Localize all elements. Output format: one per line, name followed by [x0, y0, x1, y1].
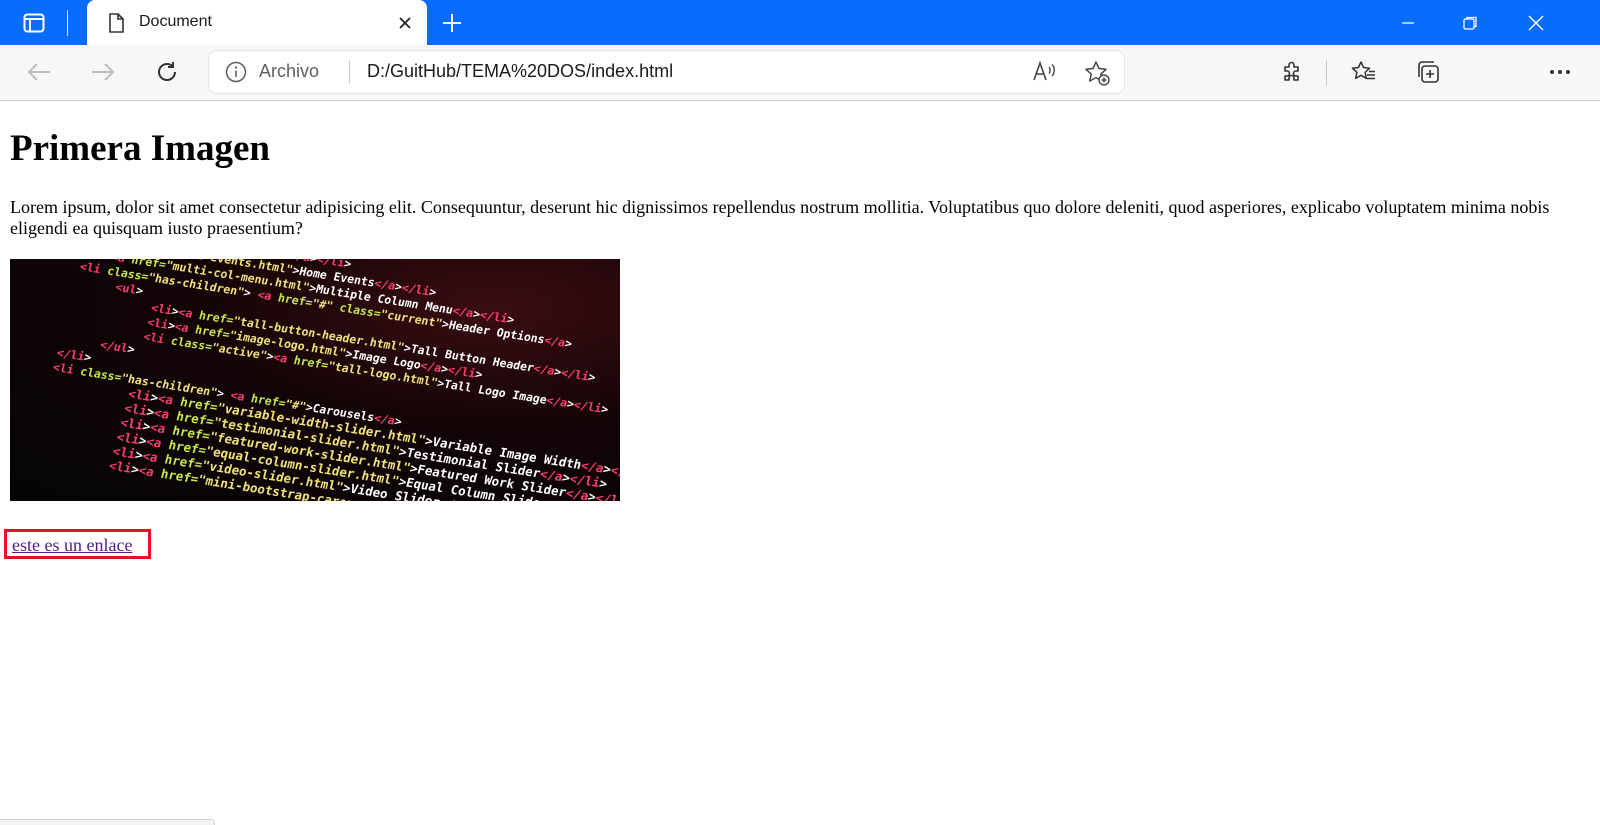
more-icon[interactable] — [1544, 57, 1576, 87]
url-field[interactable]: D:/GuitHub/TEMA%20DOS/index.html — [367, 61, 673, 82]
title-bar: Document — [0, 0, 1600, 45]
close-icon[interactable] — [393, 11, 417, 35]
tab-title: Document — [139, 13, 212, 30]
favorites-icon[interactable] — [1348, 57, 1380, 87]
info-icon[interactable] — [225, 61, 247, 83]
site-info-label[interactable]: Archivo — [259, 61, 319, 82]
back-icon[interactable] — [22, 57, 56, 87]
tab-actions-icon[interactable] — [14, 8, 54, 38]
page-content: Primera Imagen Lorem ipsum, dolor sit am… — [0, 101, 1600, 824]
browser-toolbar: Archivo D:/GuitHub/TEMA%20DOS/index.html — [0, 45, 1600, 101]
lorem-paragraph: Lorem ipsum, dolor sit amet consectetur … — [10, 197, 1550, 238]
extensions-icon[interactable] — [1276, 57, 1308, 87]
status-bar — [0, 819, 215, 825]
code-line: <ul> — [114, 280, 145, 298]
toolbar-divider — [1326, 60, 1327, 86]
page-heading: Primera Imagen — [10, 128, 270, 169]
address-divider — [349, 60, 350, 84]
code-line: </ul> — [99, 337, 137, 356]
collections-icon[interactable] — [1412, 57, 1444, 87]
tab-document[interactable]: Document — [87, 0, 427, 45]
code-image-canvas: <li><a href="index.html">Home</a></li><l… — [51, 259, 620, 501]
title-bar-divider — [67, 10, 68, 36]
plus-icon[interactable] — [436, 8, 468, 38]
window-close-icon[interactable] — [1513, 8, 1559, 38]
restore-icon[interactable] — [1447, 8, 1493, 38]
code-screenshot-image: <li><a href="index.html">Home</a></li><l… — [10, 259, 620, 501]
add-favorite-icon[interactable] — [1083, 59, 1111, 87]
refresh-icon[interactable] — [150, 57, 184, 87]
address-bar[interactable]: Archivo D:/GuitHub/TEMA%20DOS/index.html — [209, 51, 1124, 93]
example-link[interactable]: este es un enlace — [12, 535, 132, 556]
link-highlight-box: este es un enlace — [4, 529, 151, 559]
forward-icon[interactable] — [86, 57, 120, 87]
read-aloud-icon[interactable] — [1031, 59, 1057, 85]
document-icon — [105, 12, 127, 34]
minimize-icon[interactable] — [1385, 8, 1431, 38]
